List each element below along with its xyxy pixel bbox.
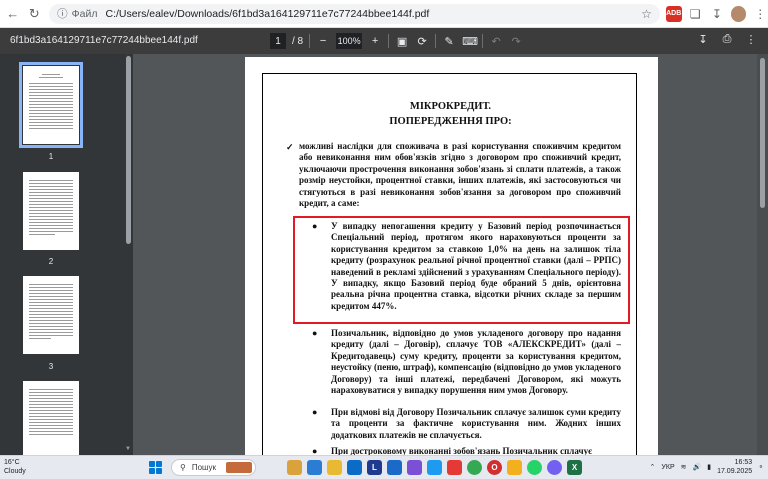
task-view-icon[interactable] xyxy=(307,460,322,475)
zoom-input[interactable]: 100% xyxy=(336,33,363,49)
pdf-viewer: МІКРОКРЕДИТ. ПОПЕРЕДЖЕННЯ ПРО: ✓ можливі… xyxy=(133,54,768,455)
weather-widget[interactable]: 16°C Cloudy xyxy=(4,459,26,476)
volume-icon[interactable]: 🔊 xyxy=(693,463,702,471)
weather-condition: Cloudy xyxy=(4,467,26,475)
profile-avatar[interactable] xyxy=(730,5,747,22)
site-info-chip[interactable]: ⓘ Файл xyxy=(57,6,97,21)
search-highlight-image xyxy=(226,462,252,473)
search-icon: ⚲ xyxy=(180,463,186,472)
download-icon[interactable]: ↧ xyxy=(696,33,710,46)
browser-toolbar: ← ↻ ⓘ Файл C:/Users/ealev/Downloads/6f1b… xyxy=(0,0,768,28)
extensions-puzzle-icon[interactable]: ❏ xyxy=(688,6,704,22)
bullet-icon: ● xyxy=(312,407,318,417)
thumbnail-number: 1 xyxy=(48,152,54,161)
rotate-icon[interactable]: ⟳ xyxy=(415,35,429,48)
menu-kebab-icon[interactable]: ⋮ xyxy=(752,6,768,22)
excel-icon[interactable]: X xyxy=(567,460,582,475)
page-count: / 8 xyxy=(292,35,304,47)
checkmark-icon: ✓ xyxy=(286,142,294,152)
viewer-scrollbar[interactable] xyxy=(757,54,768,455)
battery-icon[interactable]: ▮ xyxy=(707,463,711,471)
file-explorer-icon[interactable] xyxy=(327,460,342,475)
bookmark-star-icon[interactable]: ☆ xyxy=(641,7,652,21)
info-icon: ⓘ xyxy=(57,8,68,20)
thumbnail-number: 3 xyxy=(48,362,54,371)
download-icon[interactable]: ↧ xyxy=(709,6,725,22)
bullet-item-1: У випадку непогашення кредиту у Базовий … xyxy=(331,221,621,311)
system-tray: ⌃ УКР ≋ 🔊 ▮ 16:53 17.09.2025 ⚬ xyxy=(650,458,764,476)
page-thumbnail-4[interactable] xyxy=(23,381,79,455)
zoom-in-icon[interactable]: + xyxy=(368,35,382,47)
url-text: C:/Users/ealev/Downloads/6f1bd3a16412971… xyxy=(105,7,430,20)
bullet-icon: ● xyxy=(312,446,318,455)
bullet-icon: ● xyxy=(312,328,318,338)
extension-icon[interactable]: ADB xyxy=(665,5,682,22)
opera-icon[interactable]: O xyxy=(487,460,502,475)
temperature: 16°C xyxy=(4,459,20,466)
app-red-icon[interactable] xyxy=(447,460,462,475)
pdf-toolbar: 6f1bd3a164129711e7c77244bbee144f.pdf 1 /… xyxy=(0,28,768,54)
divider xyxy=(309,34,311,48)
chrome-icon[interactable] xyxy=(467,460,482,475)
page-thumbnail-3[interactable] xyxy=(23,276,79,354)
intro-paragraph: можливі наслідки для споживача в разі ко… xyxy=(299,141,621,209)
taskbar-apps: L O X xyxy=(287,460,582,475)
page-number-input[interactable]: 1 xyxy=(270,33,286,49)
viber-2-icon[interactable] xyxy=(547,460,562,475)
notifications-bell-icon[interactable]: ⚬ xyxy=(758,463,764,471)
address-bar[interactable]: ⓘ Файл C:/Users/ealev/Downloads/6f1bd3a1… xyxy=(49,3,660,24)
copilot-app-icon[interactable] xyxy=(287,460,302,475)
sidebar-scrollbar[interactable] xyxy=(126,56,131,244)
scrollbar-thumb[interactable] xyxy=(760,58,765,208)
page-thumbnail-2[interactable] xyxy=(23,172,79,250)
language-indicator[interactable]: УКР xyxy=(661,464,674,471)
windows-start-icon[interactable] xyxy=(149,461,162,474)
app-l-icon[interactable]: L xyxy=(367,460,382,475)
date: 17.09.2025 xyxy=(717,468,753,475)
document-title: МІКРОКРЕДИТ. xyxy=(409,101,492,112)
edge-browser-icon[interactable] xyxy=(347,460,362,475)
scroll-down-arrow-icon[interactable]: ▼ xyxy=(125,446,131,452)
pdf-file-name: 6f1bd3a164129711e7c77244bbee144f.pdf xyxy=(10,35,198,46)
fit-page-icon[interactable]: ▣ xyxy=(395,35,409,48)
more-options-icon[interactable]: ⋮ xyxy=(744,33,758,46)
undo-icon[interactable]: ↶ xyxy=(489,35,503,48)
telegram-icon[interactable] xyxy=(427,460,442,475)
reload-icon[interactable]: ↻ xyxy=(26,5,44,23)
annotate-pen-icon[interactable]: ✎ xyxy=(442,35,456,48)
page-thumbnail-1[interactable] xyxy=(19,62,83,148)
divider xyxy=(435,34,437,48)
viber-icon[interactable] xyxy=(407,460,422,475)
wifi-icon[interactable]: ≋ xyxy=(681,463,687,471)
document-subtitle: ПОПЕРЕДЖЕННЯ ПРО: xyxy=(389,116,512,127)
time: 16:53 xyxy=(734,459,753,466)
chevron-up-icon[interactable]: ⌃ xyxy=(650,463,656,471)
pdf-page: МІКРОКРЕДИТ. ПОПЕРЕДЖЕННЯ ПРО: ✓ можливі… xyxy=(245,57,658,455)
app-yellow-icon[interactable] xyxy=(507,460,522,475)
thumbnail-number: 2 xyxy=(48,257,54,266)
zoom-out-icon[interactable]: − xyxy=(316,35,330,47)
divider xyxy=(482,34,484,48)
redo-icon[interactable]: ↷ xyxy=(509,35,523,48)
app-icon[interactable] xyxy=(387,460,402,475)
search-label: Пошук xyxy=(191,463,216,472)
bullet-item-3: При відмові від Договору Позичальник спл… xyxy=(331,407,621,440)
divider xyxy=(388,34,390,48)
bullet-icon: ● xyxy=(312,221,318,231)
clock[interactable]: 16:53 17.09.2025 xyxy=(717,458,752,476)
whatsapp-icon[interactable] xyxy=(527,460,542,475)
bullet-item-4: При достроковому виконанні зобов'язань П… xyxy=(331,446,592,455)
site-chip-label: Файл xyxy=(71,7,98,20)
print-icon[interactable]: ⎙ xyxy=(720,33,734,46)
text-icon[interactable]: ⌨ xyxy=(462,35,478,48)
windows-taskbar: 16°C Cloudy ⚲ Пошук L O X ⌃ УКР ≋ 🔊 ▮ 16… xyxy=(0,455,768,479)
thumbnail-sidebar: ▲ 1 2 3 xyxy=(0,54,133,455)
bullet-item-2: Позичальник, відповідно до умов укладено… xyxy=(331,328,621,396)
back-icon[interactable]: ← xyxy=(4,5,22,23)
taskbar-search[interactable]: ⚲ Пошук xyxy=(171,459,256,476)
page-border: МІКРОКРЕДИТ. ПОПЕРЕДЖЕННЯ ПРО: ✓ можливі… xyxy=(262,73,637,455)
